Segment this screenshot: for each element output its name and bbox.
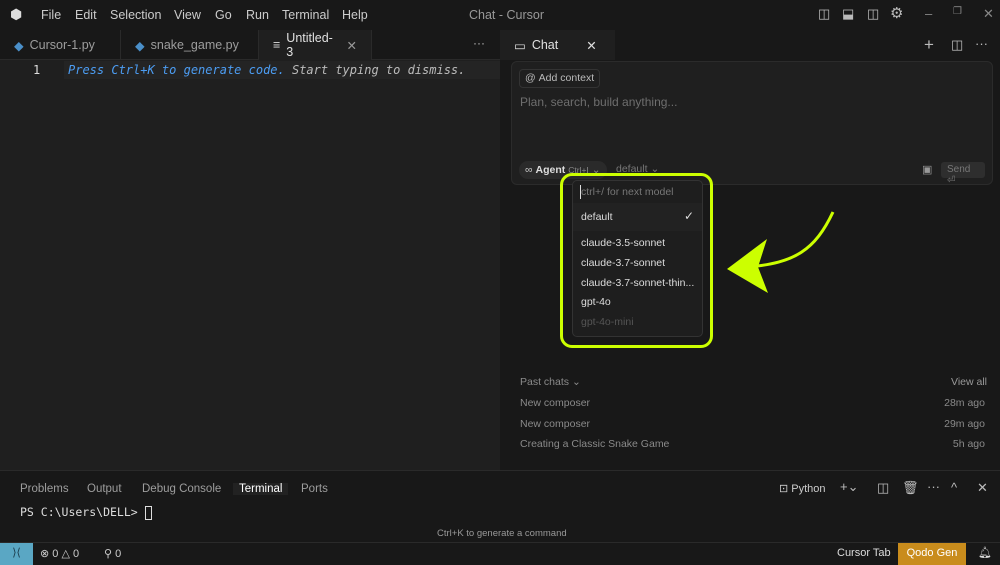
notifications-bell-icon[interactable]: 🔔︎ [978, 546, 992, 559]
line-number: 1 [33, 63, 41, 77]
menu-selection[interactable]: Selection [110, 8, 161, 22]
add-context-label: Add context [538, 72, 595, 84]
chat-title: New composer [520, 397, 591, 409]
tab-label: Untitled-3 [286, 31, 333, 59]
restore-icon[interactable]: ❐ [953, 6, 962, 17]
ports-count: 0 [115, 548, 122, 560]
tab-problems[interactable]: Problems [20, 483, 69, 495]
chat-title: New composer [520, 418, 591, 430]
at-icon: @ [525, 72, 536, 84]
menu-file[interactable]: File [41, 8, 61, 22]
trash-icon[interactable]: 🗑 [902, 480, 919, 496]
menu-view[interactable]: View [174, 8, 201, 22]
highlight-annotation [560, 173, 713, 348]
menu-go[interactable]: Go [215, 8, 232, 22]
menu-edit[interactable]: Edit [75, 8, 97, 22]
hint-action: Press Ctrl+K to generate code. [68, 63, 285, 77]
past-chat-item[interactable]: New composer 29m ago [520, 418, 985, 430]
prompt-text: PS C:\Users\DELL> [20, 505, 138, 519]
chat-title: Creating a Classic Snake Game [520, 438, 670, 450]
close-chat-icon[interactable]: ✕ [586, 38, 596, 53]
close-panel-icon[interactable]: ✕ [977, 480, 988, 496]
mode-label: Agent [535, 164, 566, 176]
new-terminal-plus-icon[interactable]: +⌄ [840, 479, 858, 495]
menu-run[interactable]: Run [246, 8, 269, 22]
title-bar: ⬢ File Edit Selection View Go Run Termin… [0, 0, 1000, 30]
broadcast-icon: ⚲ [104, 548, 113, 560]
settings-gear-icon[interactable]: ⚙ [890, 4, 903, 22]
terminal-profile[interactable]: ⊡ Python [779, 482, 826, 495]
terminal-cursor [144, 505, 152, 520]
problems-status[interactable]: ⊗ 0 △ 0 [40, 547, 79, 560]
tab-untitled-3[interactable]: ≡ Untitled-3 ✕ [259, 30, 372, 60]
hint-dismiss: Start typing to dismiss. [291, 63, 466, 77]
more-actions-icon[interactable]: ··· [473, 36, 485, 50]
terminal-prompt[interactable]: PS C:\Users\DELL> [20, 505, 152, 520]
minimize-icon[interactable]: – [925, 6, 932, 21]
editor-tabs: ◆ Cursor-1.py ◆ snake_game.py ≡ Untitled-3 ✕… [0, 30, 500, 60]
tab-label: Cursor-1.py [29, 38, 95, 52]
generate-hint: Press Ctrl+K to generate code. Start typ… [64, 61, 500, 79]
send-label: Send [947, 164, 971, 175]
more-icon[interactable]: ··· [975, 36, 988, 51]
tab-terminal[interactable]: Terminal [233, 483, 289, 495]
menu-help[interactable]: Help [342, 8, 368, 22]
menu-terminal[interactable]: Terminal [282, 8, 329, 22]
toggle-sidebar-icon[interactable]: ◫ [818, 6, 830, 22]
chat-time: 28m ago [944, 397, 985, 409]
split-terminal-icon[interactable]: ◫ [877, 480, 889, 496]
chat-bubble-icon: ▭ [514, 38, 526, 53]
cursor-tab-status[interactable]: Cursor Tab [837, 547, 891, 559]
qodo-gen-button[interactable]: Qodo Gen [898, 543, 966, 565]
qodo-label: Qodo Gen [906, 547, 958, 559]
window-title: Chat - Cursor [469, 8, 545, 22]
image-icon[interactable]: ▣ [922, 163, 932, 176]
toggle-secondary-sidebar-icon[interactable]: ◫ [867, 6, 879, 22]
past-chat-item[interactable]: Creating a Classic Snake Game 5h ago [520, 438, 985, 450]
terminal-icon: ⊡ [779, 483, 789, 495]
chat-time: 5h ago [952, 438, 985, 450]
new-chat-plus-icon[interactable]: + [924, 35, 934, 55]
text-file-icon: ≡ [273, 38, 281, 52]
chat-time: 29m ago [944, 418, 985, 430]
python-icon: ◆ [14, 38, 24, 53]
more-icon[interactable]: ··· [927, 479, 940, 494]
ports-status[interactable]: ⚲ 0 [104, 547, 121, 560]
python-icon: ◆ [135, 38, 145, 53]
add-context-button[interactable]: @ Add context [519, 69, 601, 88]
tab-debug-console[interactable]: Debug Console [142, 483, 221, 495]
remote-icon[interactable]: ⟩⟨ [0, 543, 33, 565]
annotation-arrow-icon [727, 211, 835, 293]
terminal-hint: Ctrl+K to generate a command [437, 528, 567, 539]
chat-tab-label: Chat [531, 38, 559, 52]
tab-ports[interactable]: Ports [301, 483, 328, 495]
view-all-link[interactable]: View all [951, 376, 987, 388]
past-chats-toggle[interactable]: Past chats ⌄ [520, 376, 581, 388]
tab-cursor-1-py[interactable]: ◆ Cursor-1.py [0, 30, 121, 60]
send-button[interactable]: Send ⏎ [941, 162, 985, 186]
split-icon[interactable]: ◫ [951, 37, 963, 53]
close-window-icon[interactable]: ✕ [983, 6, 994, 22]
close-tab-icon[interactable]: ✕ [347, 38, 357, 53]
tab-output[interactable]: Output [87, 483, 122, 495]
past-chat-item[interactable]: New composer 28m ago [520, 397, 985, 409]
maximize-panel-icon[interactable]: ^ [951, 480, 957, 495]
tab-label: snake_game.py [150, 38, 239, 52]
tab-chat[interactable]: ▭ Chat ✕ [500, 30, 615, 60]
tab-snake-game-py[interactable]: ◆ snake_game.py [121, 30, 259, 60]
chevron-down-icon: ⌄ [571, 376, 581, 388]
status-bar: ⟩⟨ ⊗ 0 △ 0 ⚲ 0 Cursor Tab Qodo Gen 🔔︎ [0, 542, 1000, 565]
past-chats-label: Past chats [520, 376, 570, 388]
error-count: 0 [52, 548, 59, 560]
chat-input-box[interactable]: @ Add context Plan, search, build anythin… [511, 61, 993, 186]
editor[interactable]: 1 Press Ctrl+K to generate code. Start t… [0, 60, 500, 470]
chat-placeholder[interactable]: Plan, search, build anything... [520, 95, 677, 109]
bottom-panel: Problems Output Debug Console Terminal P… [0, 470, 1000, 542]
shell-label: Python [791, 483, 826, 495]
toggle-panel-icon[interactable]: ⬓ [842, 6, 854, 22]
cursor-logo-icon: ⬢ [10, 6, 23, 22]
infinity-icon: ∞ [525, 164, 533, 176]
warning-count: 0 [72, 548, 80, 560]
